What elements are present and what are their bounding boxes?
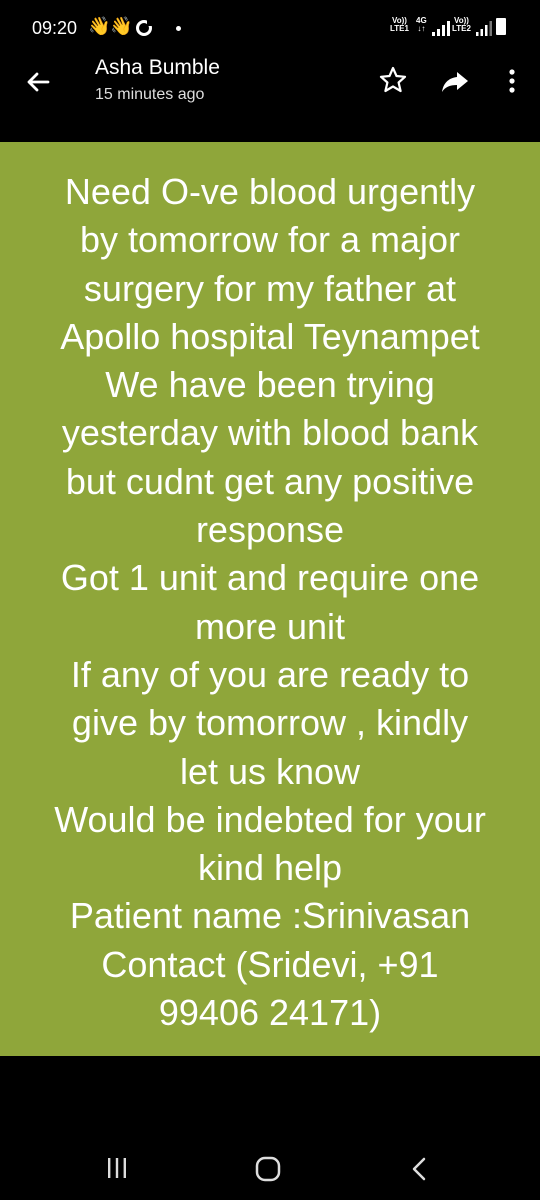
waving-hand-icon: 👋	[88, 16, 111, 36]
status-time: 09:20	[32, 18, 78, 38]
sync-icon	[136, 20, 153, 36]
chevron-left-icon[interactable]	[408, 1156, 430, 1182]
message-text: Need O-ve blood urgently by tomorrow for…	[54, 171, 486, 1034]
home-icon[interactable]	[254, 1156, 282, 1182]
share-arrow-icon[interactable]	[440, 66, 470, 96]
signal-strength-icon	[432, 21, 450, 36]
sender-name: Asha Bumble	[95, 56, 220, 79]
waving-hand-icon: 👋	[110, 16, 133, 36]
message-header: Asha Bumble 15 minutes ago	[0, 56, 540, 142]
recent-apps-icon[interactable]	[106, 1156, 128, 1180]
network-sim2-label: Vo)) LTE2	[452, 16, 471, 33]
arrow-left-icon[interactable]	[22, 66, 54, 98]
signal-strength-icon	[476, 21, 492, 36]
battery-icon	[496, 18, 506, 35]
message-timestamp: 15 minutes ago	[95, 86, 205, 103]
network-type-label: 4G ↓↑	[416, 16, 427, 33]
notification-dot	[176, 26, 181, 31]
status-bar: 09:20 👋 👋 Vo)) LTE1 4G ↓↑ Vo)) LTE2	[0, 0, 540, 56]
navigation-bar	[0, 1136, 540, 1200]
more-vertical-icon[interactable]	[500, 66, 524, 96]
network-sim1-label: Vo)) LTE1	[390, 16, 409, 33]
message-body: Need O-ve blood urgently by tomorrow for…	[0, 142, 540, 1056]
star-outline-icon[interactable]	[378, 65, 408, 95]
